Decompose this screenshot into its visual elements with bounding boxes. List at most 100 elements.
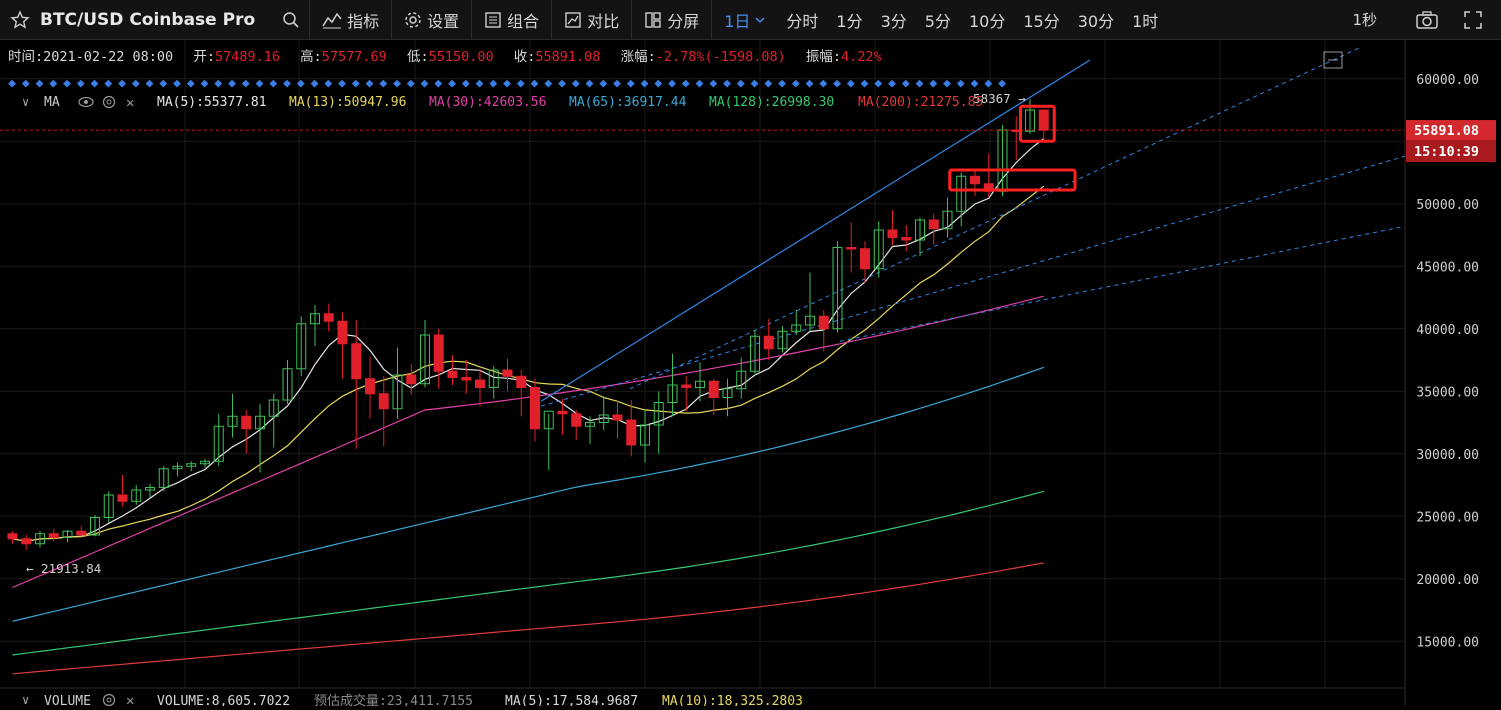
chevron-down-icon xyxy=(755,16,765,23)
event-marker: ◆ xyxy=(737,76,745,91)
split-screen-button[interactable]: 分屏 xyxy=(632,8,711,32)
settings-button[interactable]: 设置 xyxy=(392,8,471,32)
candle-body xyxy=(323,313,334,322)
candle xyxy=(76,526,87,537)
screenshot-button[interactable] xyxy=(1403,10,1451,30)
event-marker: ◆ xyxy=(916,76,924,91)
collapse-chevron-icon[interactable]: ∨ xyxy=(22,95,29,109)
event-marker: ◆ xyxy=(627,76,635,91)
timeframe-option[interactable]: 1时 xyxy=(1123,8,1167,32)
event-marker: ◆ xyxy=(806,76,814,91)
symbol-name[interactable]: BTC/USD Coinbase Pro xyxy=(40,10,273,30)
event-marker: ◆ xyxy=(984,76,992,91)
event-marker: ◆ xyxy=(696,76,704,91)
event-marker: ◆ xyxy=(558,76,566,91)
layout-button[interactable]: 组合 xyxy=(472,8,551,32)
fullscreen-button[interactable] xyxy=(1451,10,1501,30)
candle xyxy=(378,376,389,447)
candle-body xyxy=(516,375,527,388)
candle xyxy=(530,378,540,442)
close-icon[interactable]: ✕ xyxy=(126,693,134,709)
event-marker: ◆ xyxy=(517,76,525,91)
annotations: 58367 →← 21913.84 xyxy=(0,51,1405,576)
chart-area[interactable]: ◆ ◆ ◆ ◆ ◆ ◆ ◆ ◆ ◆ ◆ ◆ ◆ ◆ ◆ ◆ ◆ ◆ ◆ ◆ ◆ ◆ ◆ ◆ ◆ ◆ ◆ ◆ ◆ ◆ ◆ ◆ ◆ ◆ ◆ ◆ ◆ ◆ ◆ ◆ ◆… xyxy=(0,40,1501,709)
collapse-chevron-icon[interactable]: ∨ xyxy=(22,693,29,707)
event-marker: ◆ xyxy=(847,76,855,91)
current-price-value: 55891.08 xyxy=(1414,123,1479,139)
timeframe-option[interactable]: 10分 xyxy=(960,8,1014,32)
timeframe-option[interactable]: 3分 xyxy=(872,8,916,32)
timeframe-option[interactable]: 5分 xyxy=(916,8,960,32)
price-tick-label: 25000.00 xyxy=(1416,510,1479,525)
candle xyxy=(667,353,678,417)
compare-button[interactable]: 对比 xyxy=(552,8,631,32)
event-marker: ◆ xyxy=(393,76,401,91)
timeframe-option[interactable]: 15分 xyxy=(1014,8,1068,32)
layout-label: 组合 xyxy=(507,11,540,31)
indicators-button[interactable]: 指标 xyxy=(310,8,391,32)
candle-body xyxy=(433,334,444,372)
event-marker: ◆ xyxy=(489,76,497,91)
event-marker: ◆ xyxy=(434,76,442,91)
timeframe-option[interactable]: 30分 xyxy=(1069,8,1123,32)
volume-legend[interactable]: ∨ VOLUME ✕ VOLUME:8,605.7022 预估成交量:23,41… xyxy=(0,687,1405,709)
gear-icon[interactable] xyxy=(102,693,116,707)
event-marker: ◆ xyxy=(709,76,717,91)
candle-body xyxy=(818,315,829,330)
refresh-interval[interactable]: 1秒 xyxy=(1343,9,1403,30)
event-marker: ◆ xyxy=(833,76,841,91)
split-screen-icon xyxy=(645,11,661,28)
candle xyxy=(557,398,568,435)
candle xyxy=(337,312,348,379)
event-marker: ◆ xyxy=(22,76,30,91)
compare-icon xyxy=(565,11,581,28)
event-marker: ◆ xyxy=(462,76,470,91)
candle xyxy=(571,410,582,440)
camera-icon xyxy=(1416,10,1438,29)
candle-body xyxy=(928,219,939,230)
ma200-value: MA(200):21275.85 xyxy=(858,95,983,110)
event-marker: ◆ xyxy=(228,76,236,91)
candle xyxy=(626,400,637,457)
candle-body xyxy=(365,378,375,395)
event-marker: ◆ xyxy=(159,76,167,91)
price-chart[interactable]: ◆ ◆ ◆ ◆ ◆ ◆ ◆ ◆ ◆ ◆ ◆ ◆ ◆ ◆ ◆ ◆ ◆ ◆ ◆ ◆ ◆ ◆ ◆ ◆ ◆ ◆ ◆ ◆ ◆ ◆ ◆ ◆ ◆ ◆ ◆ ◆ ◆ ◆ ◆ ◆… xyxy=(0,40,1501,709)
event-marker: ◆ xyxy=(379,76,387,91)
event-marker: ◆ xyxy=(297,76,305,91)
ma-legend[interactable]: ∨ MA ✕ MA(5):55377.81 MA(13):50947.96 MA… xyxy=(22,95,983,111)
event-marker: ◆ xyxy=(503,76,511,91)
price-tick-label: 40000.00 xyxy=(1416,323,1479,338)
event-marker: ◆ xyxy=(943,76,951,91)
price-axis[interactable]: 60000.0055000.0050000.0045000.0040000.00… xyxy=(1404,40,1496,706)
ma30-line xyxy=(12,295,1044,589)
close-icon[interactable]: ✕ xyxy=(126,95,134,111)
current-price-tag[interactable]: 55891.08 15:10:39 xyxy=(1406,120,1496,163)
candle xyxy=(227,393,238,438)
candle xyxy=(543,410,554,470)
event-marker: ◆ xyxy=(971,76,979,91)
timeframe-option[interactable]: 分时 xyxy=(777,8,827,32)
candle xyxy=(310,305,320,347)
candle xyxy=(722,378,733,417)
ma5-value: MA(5):55377.81 xyxy=(157,95,267,110)
candle-body xyxy=(557,410,568,415)
gear-icon[interactable] xyxy=(102,95,116,109)
candle-body xyxy=(475,379,485,388)
timeframe-option[interactable]: 1分 xyxy=(827,8,871,32)
favorite-star-icon[interactable] xyxy=(0,9,40,30)
candle xyxy=(323,303,334,332)
layout-icon xyxy=(485,11,501,28)
candle-body xyxy=(530,387,540,430)
candle-body xyxy=(351,343,362,380)
event-marker: ◆ xyxy=(448,76,456,91)
event-marker: ◆ xyxy=(723,76,731,91)
event-marker: ◆ xyxy=(641,76,649,91)
eye-icon[interactable] xyxy=(78,96,94,108)
candle-body xyxy=(447,370,458,378)
search-icon[interactable] xyxy=(273,11,309,29)
chart-settings-icon[interactable] xyxy=(1323,51,1343,69)
candle-body xyxy=(708,380,719,398)
indicators-icon xyxy=(322,12,342,28)
timeframe-dropdown[interactable]: 1日 xyxy=(712,8,777,32)
candle xyxy=(365,356,375,419)
